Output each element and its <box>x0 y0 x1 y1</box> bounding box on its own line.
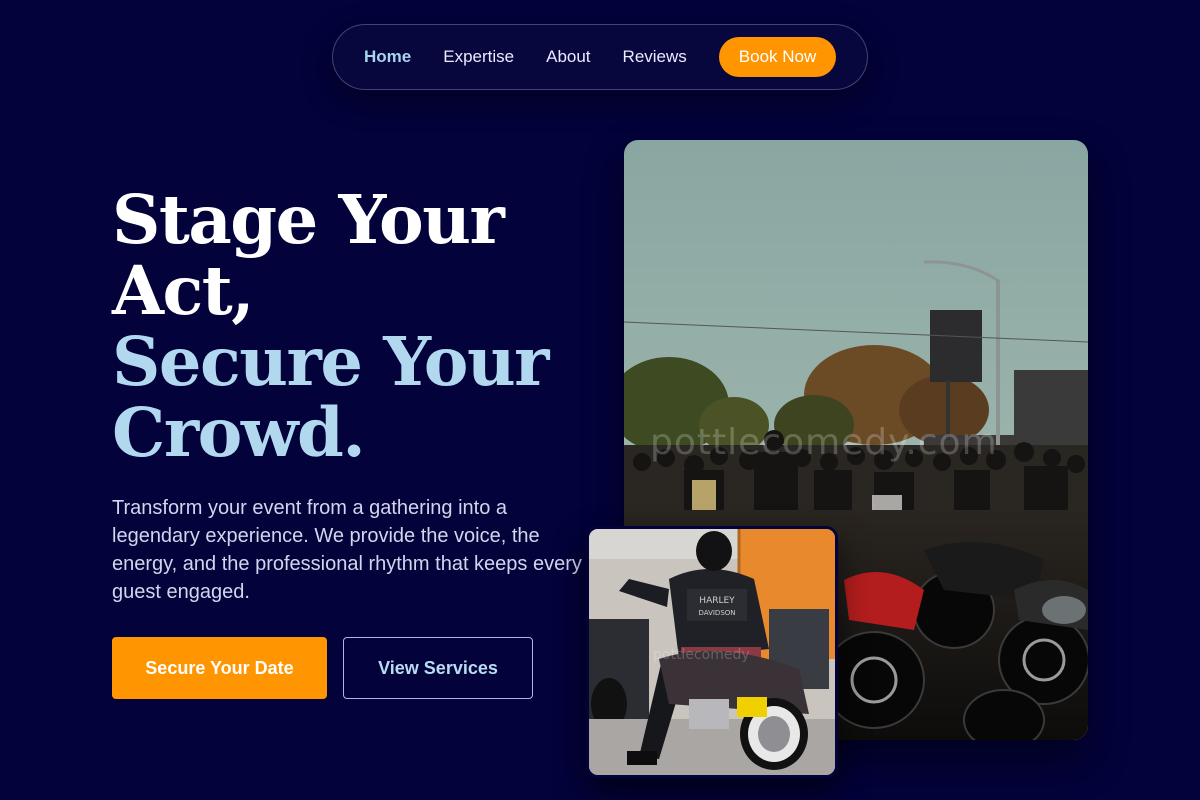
main-nav: Home Expertise About Reviews Book Now <box>332 24 868 90</box>
book-now-button[interactable]: Book Now <box>718 37 837 77</box>
hero-title-line-2: Act, <box>112 251 255 330</box>
secure-your-date-button[interactable]: Secure Your Date <box>112 637 327 699</box>
hero-title-line-1: Stage Your <box>112 180 505 259</box>
nav-link-expertise[interactable]: Expertise <box>443 47 514 67</box>
nav-link-about[interactable]: About <box>546 47 590 67</box>
hero-highlight-line-2: Crowd. <box>112 393 366 472</box>
hero-highlight-line-1: Secure Your <box>112 322 549 401</box>
hero-title: Stage Your Act, Secure Your Crowd. <box>112 184 592 468</box>
svg-text:HARLEY: HARLEY <box>699 596 735 606</box>
view-services-button[interactable]: View Services <box>343 637 533 699</box>
crowd-photo-watermark: pottlecomedy.com <box>650 422 998 463</box>
nav-link-reviews[interactable]: Reviews <box>623 47 687 67</box>
rider-photo-watermark: pottlecomedy <box>653 647 750 663</box>
svg-text:DAVIDSON: DAVIDSON <box>698 609 735 617</box>
hero-photo-rider: HARLEY DAVIDSON pottlecomedy <box>586 526 838 778</box>
hero-description: Transform your event from a gathering in… <box>112 497 582 603</box>
nav-link-home[interactable]: Home <box>364 47 411 67</box>
